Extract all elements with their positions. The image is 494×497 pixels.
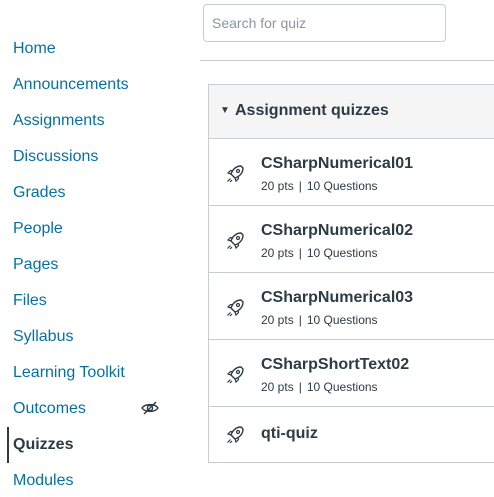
- group-title: Assignment quizzes: [235, 102, 389, 119]
- quiz-meta: 20 pts | 10 Questions: [261, 380, 378, 394]
- nav-item-home[interactable]: Home: [13, 37, 56, 61]
- eye-off-icon: [140, 400, 160, 416]
- nav-item-outcomes[interactable]: Outcomes: [13, 397, 86, 421]
- meta-separator: |: [298, 246, 302, 260]
- nav-item-files[interactable]: Files: [13, 289, 47, 313]
- quiz-meta: 20 pts | 10 Questions: [261, 246, 378, 260]
- rocket-icon: [224, 230, 246, 252]
- quiz-row[interactable]: CSharpNumerical01 20 pts | 10 Questions: [209, 139, 494, 206]
- rocket-icon: [224, 297, 246, 319]
- meta-separator: |: [298, 313, 302, 327]
- rocket-icon: [224, 424, 246, 446]
- nav-item-modules[interactable]: Modules: [13, 469, 73, 493]
- meta-separator: |: [298, 179, 302, 193]
- quiz-title[interactable]: CSharpNumerical03: [261, 289, 413, 307]
- quiz-points: 20 pts: [261, 179, 294, 193]
- nav-item-learning-toolkit[interactable]: Learning Toolkit: [13, 361, 125, 385]
- nav-item-people[interactable]: People: [13, 217, 63, 241]
- nav-item-quizzes[interactable]: Quizzes: [13, 433, 73, 457]
- nav-item-pages[interactable]: Pages: [13, 253, 58, 277]
- quiz-title[interactable]: CSharpShortText02: [261, 356, 409, 374]
- rocket-icon: [224, 364, 246, 386]
- quiz-question-count: 10 Questions: [306, 380, 378, 394]
- quiz-points: 20 pts: [261, 313, 294, 327]
- quiz-meta: 20 pts | 10 Questions: [261, 313, 378, 327]
- quiz-points: 20 pts: [261, 380, 294, 394]
- nav-item-announcements[interactable]: Announcements: [13, 73, 129, 97]
- nav-item-assignments[interactable]: Assignments: [13, 109, 105, 133]
- quiz-title[interactable]: CSharpNumerical02: [261, 222, 413, 240]
- quiz-row[interactable]: CSharpNumerical03 20 pts | 10 Questions: [209, 273, 494, 340]
- quiz-title[interactable]: qti-quiz: [261, 425, 318, 443]
- nav-item-syllabus[interactable]: Syllabus: [13, 325, 73, 349]
- quiz-question-count: 10 Questions: [306, 313, 378, 327]
- meta-separator: |: [298, 380, 302, 394]
- rocket-icon: [224, 163, 246, 185]
- quiz-group: ▼ Assignment quizzes CSharpNumerical01 2…: [208, 84, 494, 463]
- quiz-question-count: 10 Questions: [306, 179, 378, 193]
- quiz-title[interactable]: CSharpNumerical01: [261, 155, 413, 173]
- quiz-row[interactable]: CSharpShortText02 20 pts | 10 Questions: [209, 340, 494, 407]
- quiz-meta: 20 pts | 10 Questions: [261, 179, 378, 193]
- divider: [200, 60, 494, 61]
- quiz-row[interactable]: qti-quiz: [209, 407, 494, 474]
- quiz-question-count: 10 Questions: [306, 246, 378, 260]
- nav-item-discussions[interactable]: Discussions: [13, 145, 98, 169]
- group-header[interactable]: ▼ Assignment quizzes: [209, 85, 494, 139]
- caret-down-icon[interactable]: ▼: [220, 105, 230, 116]
- search-input[interactable]: [203, 4, 446, 42]
- active-indicator: [7, 427, 9, 463]
- quiz-row[interactable]: CSharpNumerical02 20 pts | 10 Questions: [209, 206, 494, 273]
- quiz-points: 20 pts: [261, 246, 294, 260]
- nav-item-grades[interactable]: Grades: [13, 181, 65, 205]
